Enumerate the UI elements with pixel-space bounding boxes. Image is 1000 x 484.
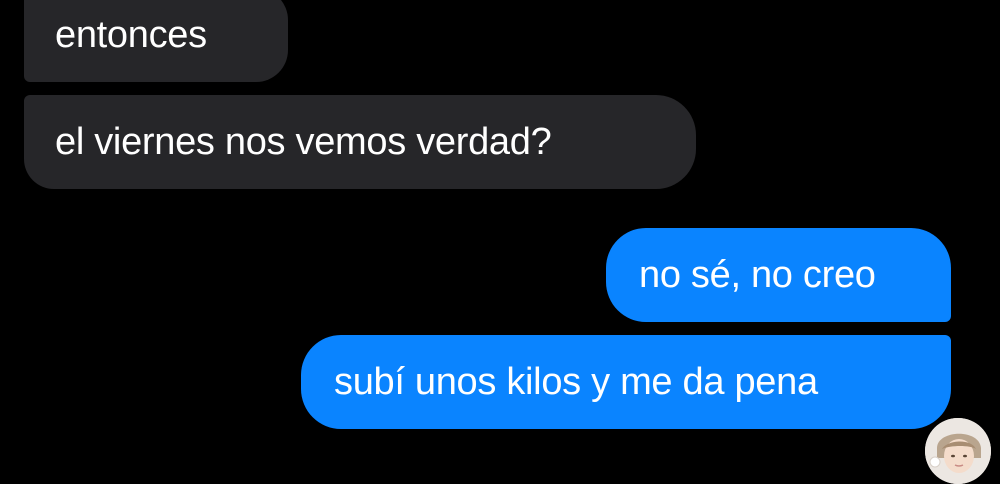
avatar-illustration — [925, 418, 991, 484]
outgoing-message-bubble[interactable]: subí unos kilos y me da pena — [301, 335, 951, 429]
message-text: el viernes nos vemos verdad? — [55, 121, 552, 163]
incoming-message-bubble[interactable]: entonces — [24, 0, 288, 82]
contact-avatar-icon[interactable] — [925, 418, 991, 484]
message-text: entonces — [55, 14, 207, 56]
incoming-message-bubble[interactable]: el viernes nos vemos verdad? — [24, 95, 696, 189]
message-text: subí unos kilos y me da pena — [334, 361, 818, 403]
message-text: no sé, no creo — [639, 254, 876, 296]
outgoing-message-bubble[interactable]: no sé, no creo — [606, 228, 951, 322]
